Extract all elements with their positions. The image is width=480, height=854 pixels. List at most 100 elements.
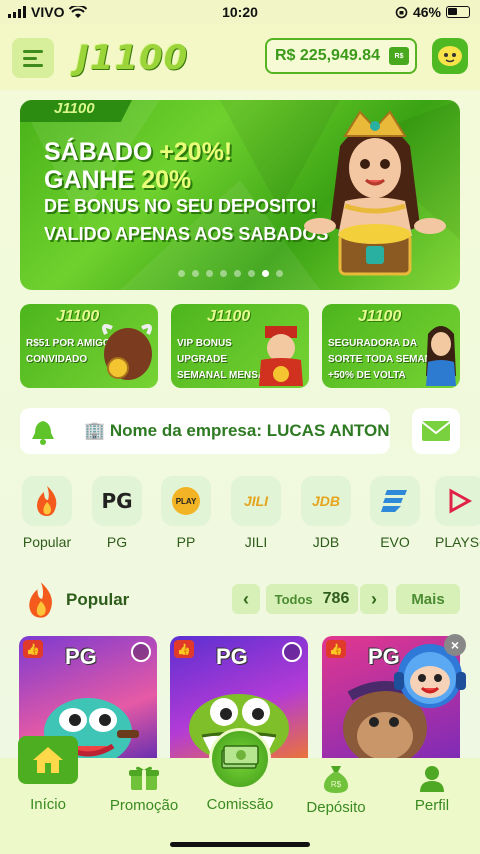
banner-pagination xyxy=(178,270,283,277)
tab-deposit[interactable]: R$ Depósito xyxy=(300,764,372,816)
pp-logo-icon: PLAY xyxy=(172,487,200,515)
brand-logo[interactable]: J1100 xyxy=(76,38,188,78)
provider-label: PLAYSON xyxy=(435,534,480,550)
app-header: J1100 R$ 225,949.84 R$ xyxy=(0,24,480,90)
money-icon xyxy=(221,745,259,769)
page-dot[interactable] xyxy=(234,270,241,277)
jili-logo-icon: JILI xyxy=(243,493,269,509)
bottom-navigation: Início Promoção Comissão R$ Depósito Per… xyxy=(0,728,480,854)
game-brand: PG xyxy=(216,644,248,669)
menu-button[interactable] xyxy=(12,38,54,78)
games-count: Todos 786 xyxy=(266,584,358,614)
fire-icon xyxy=(29,582,52,618)
tab-label: Perfil xyxy=(414,797,450,814)
balance-value: R$ 225,949.84 xyxy=(275,47,380,64)
bell-icon xyxy=(32,421,54,445)
announcement-text: 🏢 Nome da empresa: LUCAS ANTONIO xyxy=(84,421,390,440)
provider-pg[interactable]: PG PG xyxy=(87,476,147,550)
user-icon xyxy=(420,766,444,792)
promo-card-tag: J1100 xyxy=(56,308,100,325)
provider-popular[interactable]: Popular xyxy=(17,476,77,550)
page-dot[interactable] xyxy=(276,270,283,277)
provider-label: JDB xyxy=(312,534,340,550)
page-dot[interactable] xyxy=(178,270,185,277)
goddess-character-image xyxy=(304,110,446,276)
todos-count: 786 xyxy=(322,590,350,607)
page-dot[interactable] xyxy=(192,270,199,277)
tab-profile[interactable]: Perfil xyxy=(400,764,464,814)
like-badge: 👍 xyxy=(23,640,43,658)
promo-card-referral[interactable]: J1100 R$51 POR AMIGO CONVIDADO xyxy=(20,304,158,388)
banner-tag: J1100 xyxy=(20,100,132,122)
promo-card-tag: J1100 xyxy=(207,308,251,325)
provider-evo[interactable]: EVO xyxy=(365,476,425,550)
todos-label: Todos xyxy=(274,591,313,607)
promo-card-insurance[interactable]: J1100 SEGURADORA DA SORTE TODA SEMANA +5… xyxy=(322,304,460,388)
banner-line-3: DE BONUS NO SEU DEPOSITO! xyxy=(44,196,317,216)
promo-banner[interactable]: J1100 SÁBADO +20%! GANHE 20% DE BONUS NO… xyxy=(20,100,460,290)
cash-icon: R$ xyxy=(389,47,409,65)
home-tab-icon-box[interactable] xyxy=(18,736,78,784)
playson-logo-icon xyxy=(449,488,473,514)
provider-label: PP xyxy=(176,534,196,550)
page-dot[interactable] xyxy=(206,270,213,277)
woman-character-image xyxy=(426,326,456,386)
chat-avatar-icon xyxy=(438,46,462,66)
page-dot[interactable] xyxy=(220,270,227,277)
promo-card-tag: J1100 xyxy=(358,308,402,325)
money-bag-icon: R$ xyxy=(324,766,348,793)
favorite-icon[interactable] xyxy=(282,642,302,662)
provider-label: PG xyxy=(106,534,128,550)
commission-button[interactable] xyxy=(209,728,271,790)
provider-label: Popular xyxy=(22,534,72,550)
tab-commission[interactable]: Comissão xyxy=(200,796,280,813)
tab-label: Início xyxy=(30,796,66,813)
more-button[interactable]: Mais xyxy=(396,584,460,614)
close-icon[interactable]: × xyxy=(444,634,466,656)
evo-logo-icon xyxy=(381,490,407,512)
promo-card-vip[interactable]: J1100 VIP BONUS UPGRADE SEMANAL MENSAL xyxy=(171,304,309,388)
balance-display[interactable]: R$ 225,949.84 R$ xyxy=(265,38,417,74)
provider-label: EVO xyxy=(380,534,410,550)
svg-text:R$: R$ xyxy=(331,780,342,789)
bull-coin-image xyxy=(102,324,152,380)
tab-promotion[interactable]: Promoção xyxy=(104,764,184,814)
chevron-right-icon: › xyxy=(371,588,377,609)
home-icon xyxy=(33,747,63,773)
provider-jili[interactable]: JILI JILI xyxy=(226,476,286,550)
like-badge: 👍 xyxy=(174,640,194,658)
fire-icon xyxy=(37,486,57,516)
tab-home[interactable]: Início xyxy=(20,796,76,813)
page-dot[interactable] xyxy=(248,270,255,277)
banner-line-2: GANHE 20% xyxy=(44,166,192,194)
banner-line-4: VALIDO APENAS AOS SABADOS xyxy=(44,224,329,244)
provider-pp[interactable]: PLAY PP xyxy=(156,476,216,550)
game-brand: PG xyxy=(65,644,97,669)
fortune-god-image xyxy=(259,326,303,386)
next-button[interactable]: › xyxy=(360,584,388,614)
section-title: Popular xyxy=(66,590,130,609)
mail-icon xyxy=(421,421,451,441)
provider-jdb[interactable]: JDB JDB xyxy=(296,476,356,550)
home-indicator xyxy=(170,842,310,847)
tab-label: Comissão xyxy=(206,796,274,813)
provider-label: JILI xyxy=(244,534,268,550)
tab-label: Promoção xyxy=(109,797,179,814)
prev-button[interactable]: ‹ xyxy=(232,584,260,614)
pg-logo-icon: PG xyxy=(101,489,133,513)
page-dot-active[interactable] xyxy=(262,270,269,277)
tab-label: Depósito xyxy=(306,799,366,816)
banner-line-1: SÁBADO +20%! xyxy=(44,138,233,166)
provider-playson[interactable]: PLAYSON xyxy=(435,476,480,550)
gift-icon xyxy=(129,766,159,790)
orientation-lock-icon xyxy=(395,6,408,18)
favorite-icon[interactable] xyxy=(131,642,151,662)
battery-icon xyxy=(446,6,470,18)
mail-button[interactable] xyxy=(412,408,460,454)
jdb-logo-icon: JDB xyxy=(311,493,340,509)
like-badge: 👍 xyxy=(326,640,346,658)
announcement-bar[interactable]: 🏢 Nome da empresa: LUCAS ANTONIO xyxy=(20,408,390,454)
battery-percent: 46% xyxy=(412,4,441,20)
status-bar: VIVO 10:20 46% xyxy=(0,0,480,24)
avatar[interactable] xyxy=(432,38,468,74)
